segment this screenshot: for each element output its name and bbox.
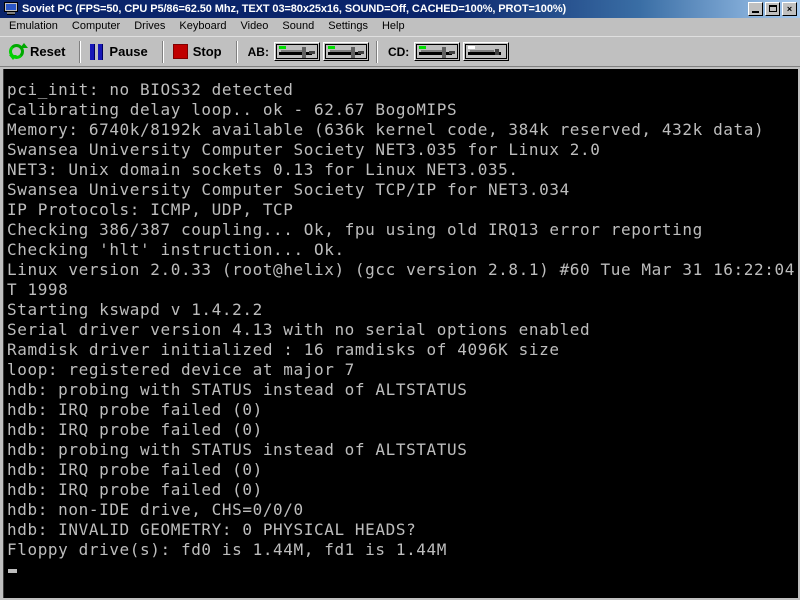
- toolbar-separator-3: [235, 40, 238, 63]
- reset-icon: [8, 43, 28, 60]
- minimize-button[interactable]: [748, 2, 763, 16]
- toolbar-separator-1: [79, 40, 82, 63]
- pause-button[interactable]: Pause: [85, 39, 155, 64]
- title-bar[interactable]: Soviet PC (FPS=50, CPU P5/86=62.50 Mhz, …: [0, 0, 800, 18]
- floppy-drive-b-button[interactable]: [322, 42, 369, 61]
- window-controls: ×: [748, 2, 798, 16]
- cd-group-label: CD:: [387, 44, 410, 59]
- stop-button[interactable]: Stop: [168, 39, 230, 64]
- stop-button-label: Stop: [192, 44, 222, 59]
- menu-item-emulation[interactable]: Emulation: [2, 19, 65, 34]
- boot-log-text: pci_init: no BIOS32 detected Calibrating…: [7, 80, 795, 559]
- menu-item-drives[interactable]: Drives: [127, 19, 172, 34]
- menu-item-settings[interactable]: Settings: [321, 19, 375, 34]
- menu-item-computer[interactable]: Computer: [65, 19, 127, 34]
- menu-item-video[interactable]: Video: [233, 19, 275, 34]
- screen-container: pci_init: no BIOS32 detected Calibrating…: [0, 67, 800, 600]
- cd-drive-0-button[interactable]: [414, 42, 461, 61]
- reset-button[interactable]: Reset: [3, 39, 73, 64]
- menu-bar: Emulation Computer Drives Keyboard Video…: [0, 18, 800, 36]
- pause-button-label: Pause: [109, 44, 148, 59]
- text-cursor: [8, 569, 17, 573]
- menu-item-sound[interactable]: Sound: [275, 19, 321, 34]
- emulator-window: Soviet PC (FPS=50, CPU P5/86=62.50 Mhz, …: [0, 0, 800, 600]
- cd-drive-1-button[interactable]: [463, 42, 510, 61]
- toolbar-separator-4: [375, 40, 378, 63]
- maximize-button[interactable]: [765, 2, 780, 16]
- cd-drive-group: CD:: [384, 42, 512, 61]
- close-icon[interactable]: ×: [782, 2, 797, 16]
- toolbar-separator-2: [161, 40, 164, 63]
- cd-0-led-icon: [419, 46, 427, 49]
- floppy-drive-a-button[interactable]: [273, 42, 320, 61]
- terminal-output: pci_init: no BIOS32 detected Calibrating…: [4, 69, 798, 580]
- reset-button-label: Reset: [30, 44, 66, 59]
- cd-1-led-icon: [468, 46, 476, 49]
- window-title: Soviet PC (FPS=50, CPU P5/86=62.50 Mhz, …: [22, 3, 567, 15]
- stop-icon: [172, 44, 188, 59]
- emulated-display[interactable]: pci_init: no BIOS32 detected Calibrating…: [3, 69, 798, 598]
- floppy-drive-group: AB:: [244, 42, 372, 61]
- floppy-a-led-icon: [278, 46, 286, 49]
- floppy-group-label: AB:: [247, 44, 269, 59]
- toolbar: Reset Pause Stop AB: CD:: [0, 36, 800, 67]
- floppy-b-led-icon: [327, 46, 335, 49]
- menu-item-help[interactable]: Help: [375, 19, 412, 34]
- pause-icon: [90, 43, 104, 60]
- menu-item-keyboard[interactable]: Keyboard: [172, 19, 233, 34]
- computer-monitor-icon: [3, 2, 19, 16]
